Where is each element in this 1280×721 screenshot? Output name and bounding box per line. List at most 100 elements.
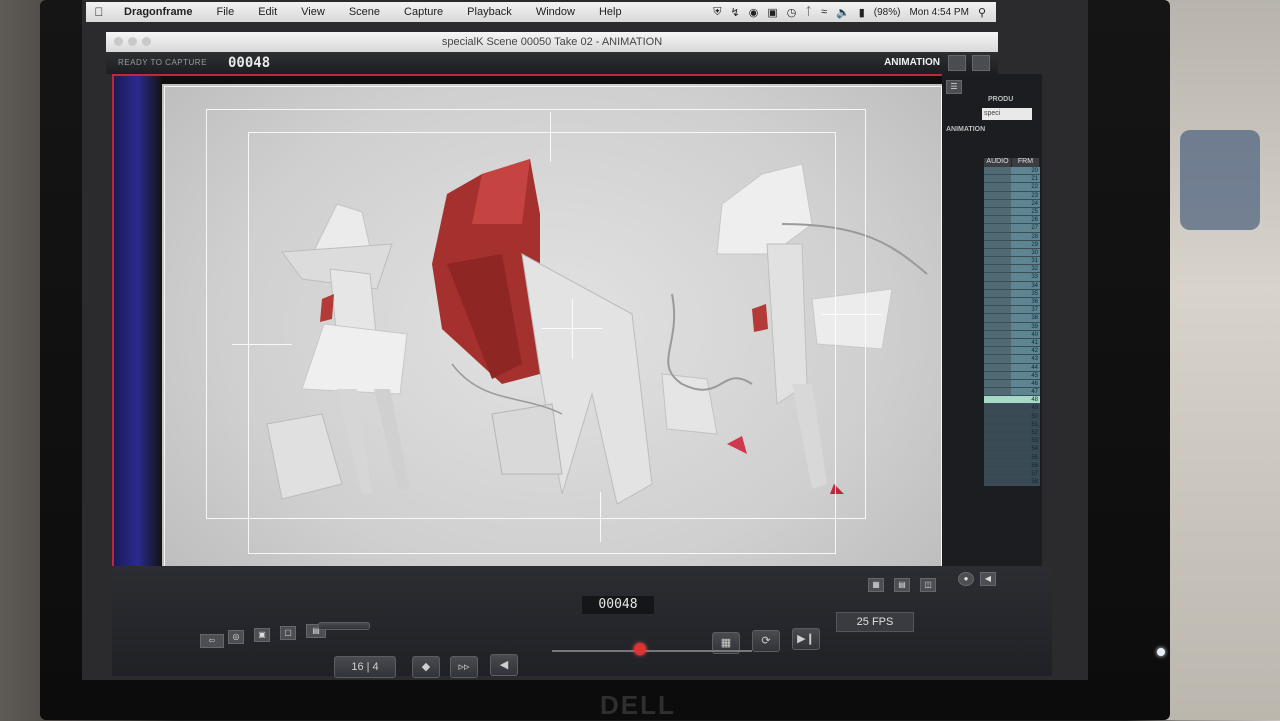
onion-skin-icon[interactable]: ◎ xyxy=(228,630,244,644)
onion-button[interactable]: ◆ xyxy=(412,656,440,678)
menu-edit[interactable]: Edit xyxy=(246,6,289,18)
x-sheet-row[interactable]: 45 xyxy=(984,371,1040,380)
audio-cell[interactable] xyxy=(984,322,1011,331)
audio-cell[interactable] xyxy=(984,248,1011,258)
x-sheet-row[interactable]: 37 xyxy=(984,306,1040,315)
frame-number-cell[interactable]: 32 xyxy=(1011,265,1040,274)
x-sheet-row[interactable]: 58 xyxy=(984,478,1040,487)
menu-app[interactable]: Dragonframe xyxy=(112,6,204,18)
audio-cell[interactable] xyxy=(984,371,1011,380)
x-sheet-row[interactable]: 50 xyxy=(984,412,1040,421)
x-sheet-row[interactable]: 29 xyxy=(984,240,1040,249)
audio-cell[interactable] xyxy=(984,199,1011,208)
frame-number-cell[interactable]: 35 xyxy=(1011,289,1040,298)
x-sheet-row[interactable]: 46 xyxy=(984,379,1040,389)
fps-selector[interactable]: 25 FPS xyxy=(836,612,914,632)
play-toggle-button[interactable]: ▹▹ xyxy=(450,656,478,678)
playhead[interactable] xyxy=(634,643,646,655)
x-sheet-row[interactable]: 27 xyxy=(984,224,1040,233)
audio-cell[interactable] xyxy=(984,224,1011,233)
menu-playback[interactable]: Playback xyxy=(455,6,524,18)
frame-number-cell[interactable]: 49 xyxy=(1011,404,1040,413)
x-sheet-row[interactable]: 34 xyxy=(984,281,1040,290)
audio-cell[interactable] xyxy=(984,298,1011,307)
x-sheet-row[interactable]: 25 xyxy=(984,207,1040,217)
frame-number-cell[interactable]: 53 xyxy=(1011,437,1040,446)
x-sheet-row[interactable]: 33 xyxy=(984,273,1040,282)
x-sheet-row[interactable]: 55 xyxy=(984,453,1040,462)
audio-cell[interactable] xyxy=(984,347,1011,356)
wifi-icon[interactable]: ≈ xyxy=(821,6,827,18)
x-sheet-row[interactable]: 57 xyxy=(984,469,1040,479)
frame-number-cell[interactable]: 58 xyxy=(1011,478,1040,487)
audio-cell[interactable] xyxy=(984,412,1011,421)
x-sheet-row[interactable]: 28 xyxy=(984,232,1040,241)
audio-cell[interactable] xyxy=(984,437,1011,446)
x-sheet-row[interactable]: 44 xyxy=(984,363,1040,372)
audio-cell[interactable] xyxy=(984,240,1011,249)
frame-number-cell[interactable]: 45 xyxy=(1011,371,1040,380)
frame-number-cell[interactable]: 52 xyxy=(1011,429,1040,438)
frame-number-cell[interactable]: 22 xyxy=(1011,183,1040,192)
x-sheet-row[interactable]: 56 xyxy=(984,461,1040,470)
audio-cell[interactable] xyxy=(984,478,1011,487)
frame-number-cell[interactable]: 47 xyxy=(1011,388,1040,397)
playback-track[interactable] xyxy=(552,650,752,652)
x-sheet-row[interactable]: 43 xyxy=(984,355,1040,364)
x-sheet-row[interactable]: 41 xyxy=(984,338,1040,348)
x-sheet-row[interactable]: 30 xyxy=(984,248,1040,258)
x-sheet-row[interactable]: 49 xyxy=(984,404,1040,413)
play-back-button[interactable]: ◀ xyxy=(490,654,518,676)
frame-number-cell[interactable]: 57 xyxy=(1011,469,1040,479)
audio-cell[interactable] xyxy=(984,453,1011,462)
audio-cell[interactable] xyxy=(984,404,1011,413)
x-sheet-row[interactable]: 42 xyxy=(984,347,1040,356)
workspace-mode[interactable]: ANIMATION xyxy=(884,57,940,68)
frame-number-cell[interactable]: 55 xyxy=(1011,453,1040,462)
production-field[interactable]: speci xyxy=(982,108,1032,120)
loop-icon[interactable]: ▣ xyxy=(254,628,270,642)
audio-cell[interactable] xyxy=(984,338,1011,348)
frame-number-cell[interactable]: 48 xyxy=(1011,396,1040,405)
x-sheet-row[interactable]: 53 xyxy=(984,437,1040,446)
frame-number-cell[interactable]: 37 xyxy=(1011,306,1040,315)
x-sheet-row[interactable]: 32 xyxy=(984,265,1040,274)
x-sheet[interactable]: AUDIO FRM 20 21 22 23 24 25 26 27 28 29 30 31 32 33 34… xyxy=(984,158,1040,487)
frame-number-cell[interactable]: 50 xyxy=(1011,412,1040,421)
menu-capture[interactable]: Capture xyxy=(392,6,455,18)
bluetooth-icon[interactable]: ᛏ xyxy=(805,6,812,18)
frame-number-cell[interactable]: 41 xyxy=(1011,338,1040,348)
audio-cell[interactable] xyxy=(984,232,1011,241)
audio-cell[interactable] xyxy=(984,175,1011,184)
zoom-button[interactable] xyxy=(142,37,151,46)
minimize-button[interactable] xyxy=(128,37,137,46)
battery-icon[interactable]: ▮ xyxy=(859,6,865,19)
frame-number-cell[interactable]: 42 xyxy=(1011,347,1040,356)
loop-button[interactable]: ⟳ xyxy=(752,630,780,652)
audio-cell[interactable] xyxy=(984,207,1011,217)
record-icon[interactable]: ◉ xyxy=(749,6,759,19)
audio-cell[interactable] xyxy=(984,306,1011,315)
frame-number-cell[interactable]: 24 xyxy=(1011,199,1040,208)
frame-number-cell[interactable]: 43 xyxy=(1011,355,1040,364)
current-frame-display[interactable]: 00048 xyxy=(582,596,654,614)
x-sheet-row[interactable]: 52 xyxy=(984,429,1040,438)
arrow-left-icon[interactable]: ◀ xyxy=(980,572,996,586)
audio-cell[interactable] xyxy=(984,289,1011,298)
audio-cell[interactable] xyxy=(984,355,1011,364)
audio-cell[interactable] xyxy=(984,314,1011,323)
frame-number-cell[interactable]: 38 xyxy=(1011,314,1040,323)
view-toggle-button[interactable] xyxy=(948,55,966,71)
frame-number-cell[interactable]: 25 xyxy=(1011,207,1040,217)
grid-view-icon[interactable]: ▦ xyxy=(868,578,884,592)
close-button[interactable] xyxy=(114,37,123,46)
frame-number-cell[interactable]: 56 xyxy=(1011,461,1040,470)
x-sheet-row[interactable]: 39 xyxy=(984,322,1040,331)
audio-cell[interactable] xyxy=(984,273,1011,282)
frame-number-cell[interactable]: 31 xyxy=(1011,257,1040,266)
audio-cell[interactable] xyxy=(984,167,1011,176)
x-sheet-row[interactable]: 21 xyxy=(984,175,1040,184)
x-sheet-row[interactable]: 20 xyxy=(984,167,1040,176)
audio-cell[interactable] xyxy=(984,330,1011,339)
panel-grid-icon[interactable]: ☰ xyxy=(946,80,962,94)
